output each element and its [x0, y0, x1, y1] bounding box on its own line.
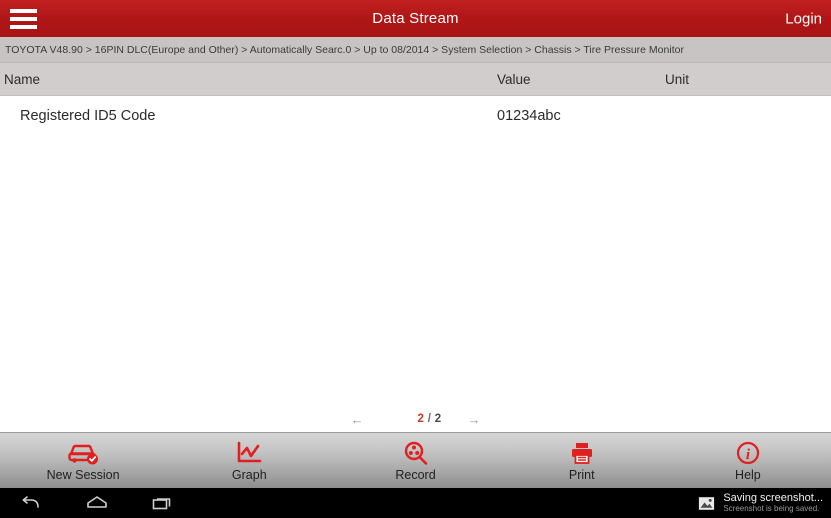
home-icon[interactable] — [84, 492, 110, 514]
graph-button[interactable]: Graph — [166, 433, 332, 488]
arrow-left-icon[interactable]: ← — [351, 413, 364, 426]
cell-name: Registered ID5 Code — [20, 108, 156, 124]
android-navigation-bar: Saving screenshot... Screenshot is being… — [0, 488, 831, 518]
table-header-row: Name Value Unit — [0, 63, 831, 96]
cell-value: 01234abc — [497, 108, 561, 124]
print-button[interactable]: Print — [499, 433, 665, 488]
notification-subtitle: Screenshot is being saved. — [723, 503, 820, 513]
hamburger-bar — [9, 24, 37, 29]
recent-apps-icon[interactable] — [150, 492, 176, 514]
title-bar: Data Stream Login — [0, 0, 831, 37]
record-button[interactable]: Record — [332, 433, 498, 488]
notification-text: Saving screenshot... Screenshot is being… — [723, 492, 823, 513]
total-pages: 2 — [434, 413, 442, 425]
bottom-toolbar: New Session Graph Record Print i Help — [0, 432, 831, 488]
line-chart-icon — [236, 440, 262, 466]
hamburger-bar — [9, 16, 37, 21]
page-title: Data Stream — [372, 10, 459, 27]
new-session-button[interactable]: New Session — [0, 433, 166, 488]
new-session-label: New Session — [46, 467, 120, 482]
table-row[interactable]: Registered ID5 Code 01234abc — [0, 96, 831, 136]
car-check-icon — [66, 440, 100, 466]
print-label: Print — [568, 467, 595, 482]
printer-icon — [569, 440, 595, 466]
back-arrow-icon[interactable] — [18, 492, 44, 514]
breadcrumb: TOYOTA V48.90 > 16PIN DLC(Europe and Oth… — [0, 37, 831, 63]
info-circle-icon: i — [735, 440, 761, 466]
column-header-value: Value — [497, 71, 531, 87]
diagnostic-app-window: Data Stream Login TOYOTA V48.90 > 16PIN … — [0, 0, 831, 518]
svg-text:i: i — [746, 447, 751, 463]
help-button[interactable]: i Help — [665, 433, 831, 488]
pagination: ← 2 / 2 → — [0, 410, 831, 428]
arrow-right-icon[interactable]: → — [467, 413, 480, 426]
data-stream-list: Registered ID5 Code 01234abc ← 2 / 2 → — [0, 96, 831, 432]
login-button[interactable]: Login — [785, 10, 822, 27]
record-label: Record — [395, 467, 436, 482]
column-header-name: Name — [4, 71, 41, 87]
screenshot-notification[interactable]: Saving screenshot... Screenshot is being… — [687, 488, 831, 518]
help-label: Help — [735, 467, 761, 482]
graph-label: Graph — [231, 467, 267, 482]
page-separator: / — [424, 413, 435, 425]
nav-button-group — [0, 492, 176, 514]
image-icon — [697, 495, 715, 511]
record-search-icon — [403, 440, 429, 466]
notification-title: Saving screenshot... — [723, 492, 823, 505]
hamburger-bar — [9, 8, 37, 13]
column-header-unit: Unit — [665, 71, 690, 87]
hamburger-menu-icon[interactable] — [0, 0, 44, 37]
page-indicator: 2 / 2 — [390, 401, 442, 432]
